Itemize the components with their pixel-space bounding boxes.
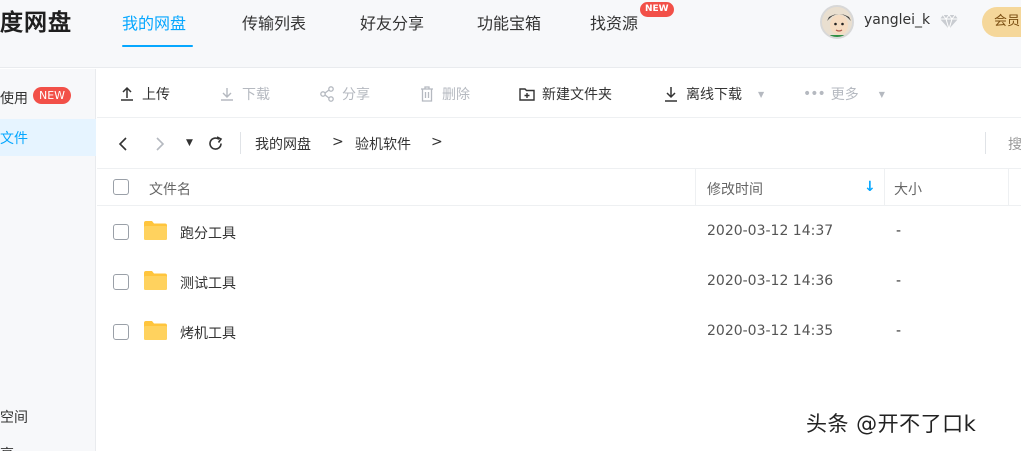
table-row[interactable]: 烤机工具 2020-03-12 14:35 -: [97, 307, 1021, 357]
sidebar-item-share[interactable]: 享: [0, 444, 14, 451]
file-name[interactable]: 烤机工具: [180, 323, 236, 343]
offline-download-icon: [665, 87, 677, 102]
tab-feature-box[interactable]: 功能宝箱: [477, 10, 541, 34]
breadcrumb-separator: >: [332, 134, 344, 150]
new-folder-button[interactable]: 新建文件夹: [518, 84, 612, 104]
table-row[interactable]: 跑分工具 2020-03-12 14:37 -: [97, 207, 1021, 257]
row-checkbox[interactable]: [113, 274, 129, 290]
file-size: -: [896, 273, 902, 289]
app-logo[interactable]: 度网盘: [0, 3, 72, 37]
folder-icon: [144, 221, 167, 240]
breadcrumb-item-my-drive[interactable]: 我的网盘: [255, 134, 311, 154]
username[interactable]: yanglei_k: [864, 12, 930, 28]
offline-download-button[interactable]: 离线下载 ▼: [662, 84, 764, 104]
trash-icon: [421, 86, 433, 102]
file-size: -: [896, 323, 902, 339]
forward-arrow-icon[interactable]: [154, 136, 166, 152]
refresh-icon[interactable]: [207, 135, 224, 152]
chevron-down-icon: ▼: [878, 89, 885, 99]
share-label: 分享: [342, 87, 370, 103]
upload-button[interactable]: 上传: [118, 84, 170, 104]
divider: [985, 132, 986, 154]
delete-button[interactable]: 删除: [418, 84, 470, 104]
breadcrumb-separator: >: [431, 134, 443, 150]
history-dropdown-icon[interactable]: ▼: [186, 138, 193, 148]
breadcrumb-item-current[interactable]: 验机软件: [355, 134, 411, 154]
more-dots-icon: •••: [803, 86, 826, 102]
sidebar-item-usage[interactable]: 使用: [0, 88, 28, 108]
tab-transfer-list[interactable]: 传输列表: [242, 10, 306, 34]
download-icon: [221, 88, 233, 101]
column-divider: [1008, 169, 1009, 206]
file-size: -: [896, 223, 902, 239]
active-tab-underline: [122, 45, 193, 47]
more-button[interactable]: ••• 更多 ▼: [803, 84, 885, 104]
app-root: 度网盘 我的网盘 传输列表 好友分享 功能宝箱 找资源 NEW yanglei_…: [0, 0, 1021, 451]
tab-friend-share[interactable]: 好友分享: [360, 10, 424, 34]
avatar-face-icon: [822, 7, 852, 37]
column-header-size[interactable]: 大小: [894, 179, 922, 199]
sidebar: 使用 NEW 文件 空间 享: [0, 69, 96, 451]
top-navigation-bar: 度网盘 我的网盘 传输列表 好友分享 功能宝箱 找资源 NEW yanglei_…: [0, 0, 1021, 68]
new-folder-label: 新建文件夹: [542, 87, 612, 103]
search-input[interactable]: 搜: [1008, 134, 1021, 154]
avatar[interactable]: [820, 5, 854, 39]
offline-download-label: 离线下载: [686, 87, 742, 103]
sort-descending-icon[interactable]: ↓: [864, 179, 876, 195]
upload-icon: [121, 86, 133, 101]
breadcrumb-bar: ▼ 我的网盘 > 验机软件 > 搜: [97, 119, 1021, 169]
tab-find-resources[interactable]: 找资源: [590, 10, 638, 34]
sidebar-new-badge: NEW: [33, 87, 72, 104]
table-row[interactable]: 测试工具 2020-03-12 14:36 -: [97, 257, 1021, 307]
download-button[interactable]: 下载: [218, 84, 270, 104]
upload-label: 上传: [142, 87, 170, 103]
file-toolbar: 上传 下载 分享 删除 新建文件夹 离线下载 ▼ ••• 更多 ▼: [97, 69, 1021, 118]
member-button[interactable]: 会员: [982, 7, 1021, 37]
row-checkbox[interactable]: [113, 324, 129, 340]
file-modified-time: 2020-03-12 14:37: [707, 223, 834, 239]
delete-label: 删除: [442, 87, 470, 103]
file-modified-time: 2020-03-12 14:36: [707, 273, 834, 289]
file-name[interactable]: 测试工具: [180, 273, 236, 293]
column-header-modified[interactable]: 修改时间: [707, 179, 763, 199]
tab-my-drive[interactable]: 我的网盘: [122, 10, 186, 34]
watermark-text: 头条 @开不了口k: [806, 412, 977, 436]
row-checkbox[interactable]: [113, 224, 129, 240]
chevron-down-icon: ▼: [758, 89, 765, 99]
folder-icon: [144, 271, 167, 290]
share-icon: [320, 86, 334, 102]
share-button[interactable]: 分享: [318, 84, 370, 104]
column-header-name[interactable]: 文件名: [149, 179, 191, 199]
more-label: 更多: [830, 87, 859, 103]
vip-diamond-icon[interactable]: [939, 11, 959, 31]
column-divider: [884, 169, 885, 206]
sidebar-item-space[interactable]: 空间: [0, 407, 28, 427]
column-divider: [695, 169, 696, 206]
new-folder-icon: [519, 88, 535, 101]
new-badge: NEW: [640, 2, 674, 17]
download-label: 下载: [242, 87, 270, 103]
folder-icon: [144, 321, 167, 340]
sidebar-item-files[interactable]: 文件: [0, 128, 28, 148]
file-name[interactable]: 跑分工具: [180, 223, 236, 243]
select-all-checkbox[interactable]: [113, 179, 129, 195]
file-table-header: 文件名 修改时间 ↓ 大小: [97, 169, 1021, 206]
back-arrow-icon[interactable]: [117, 136, 129, 152]
file-modified-time: 2020-03-12 14:35: [707, 323, 834, 339]
divider: [240, 132, 241, 154]
